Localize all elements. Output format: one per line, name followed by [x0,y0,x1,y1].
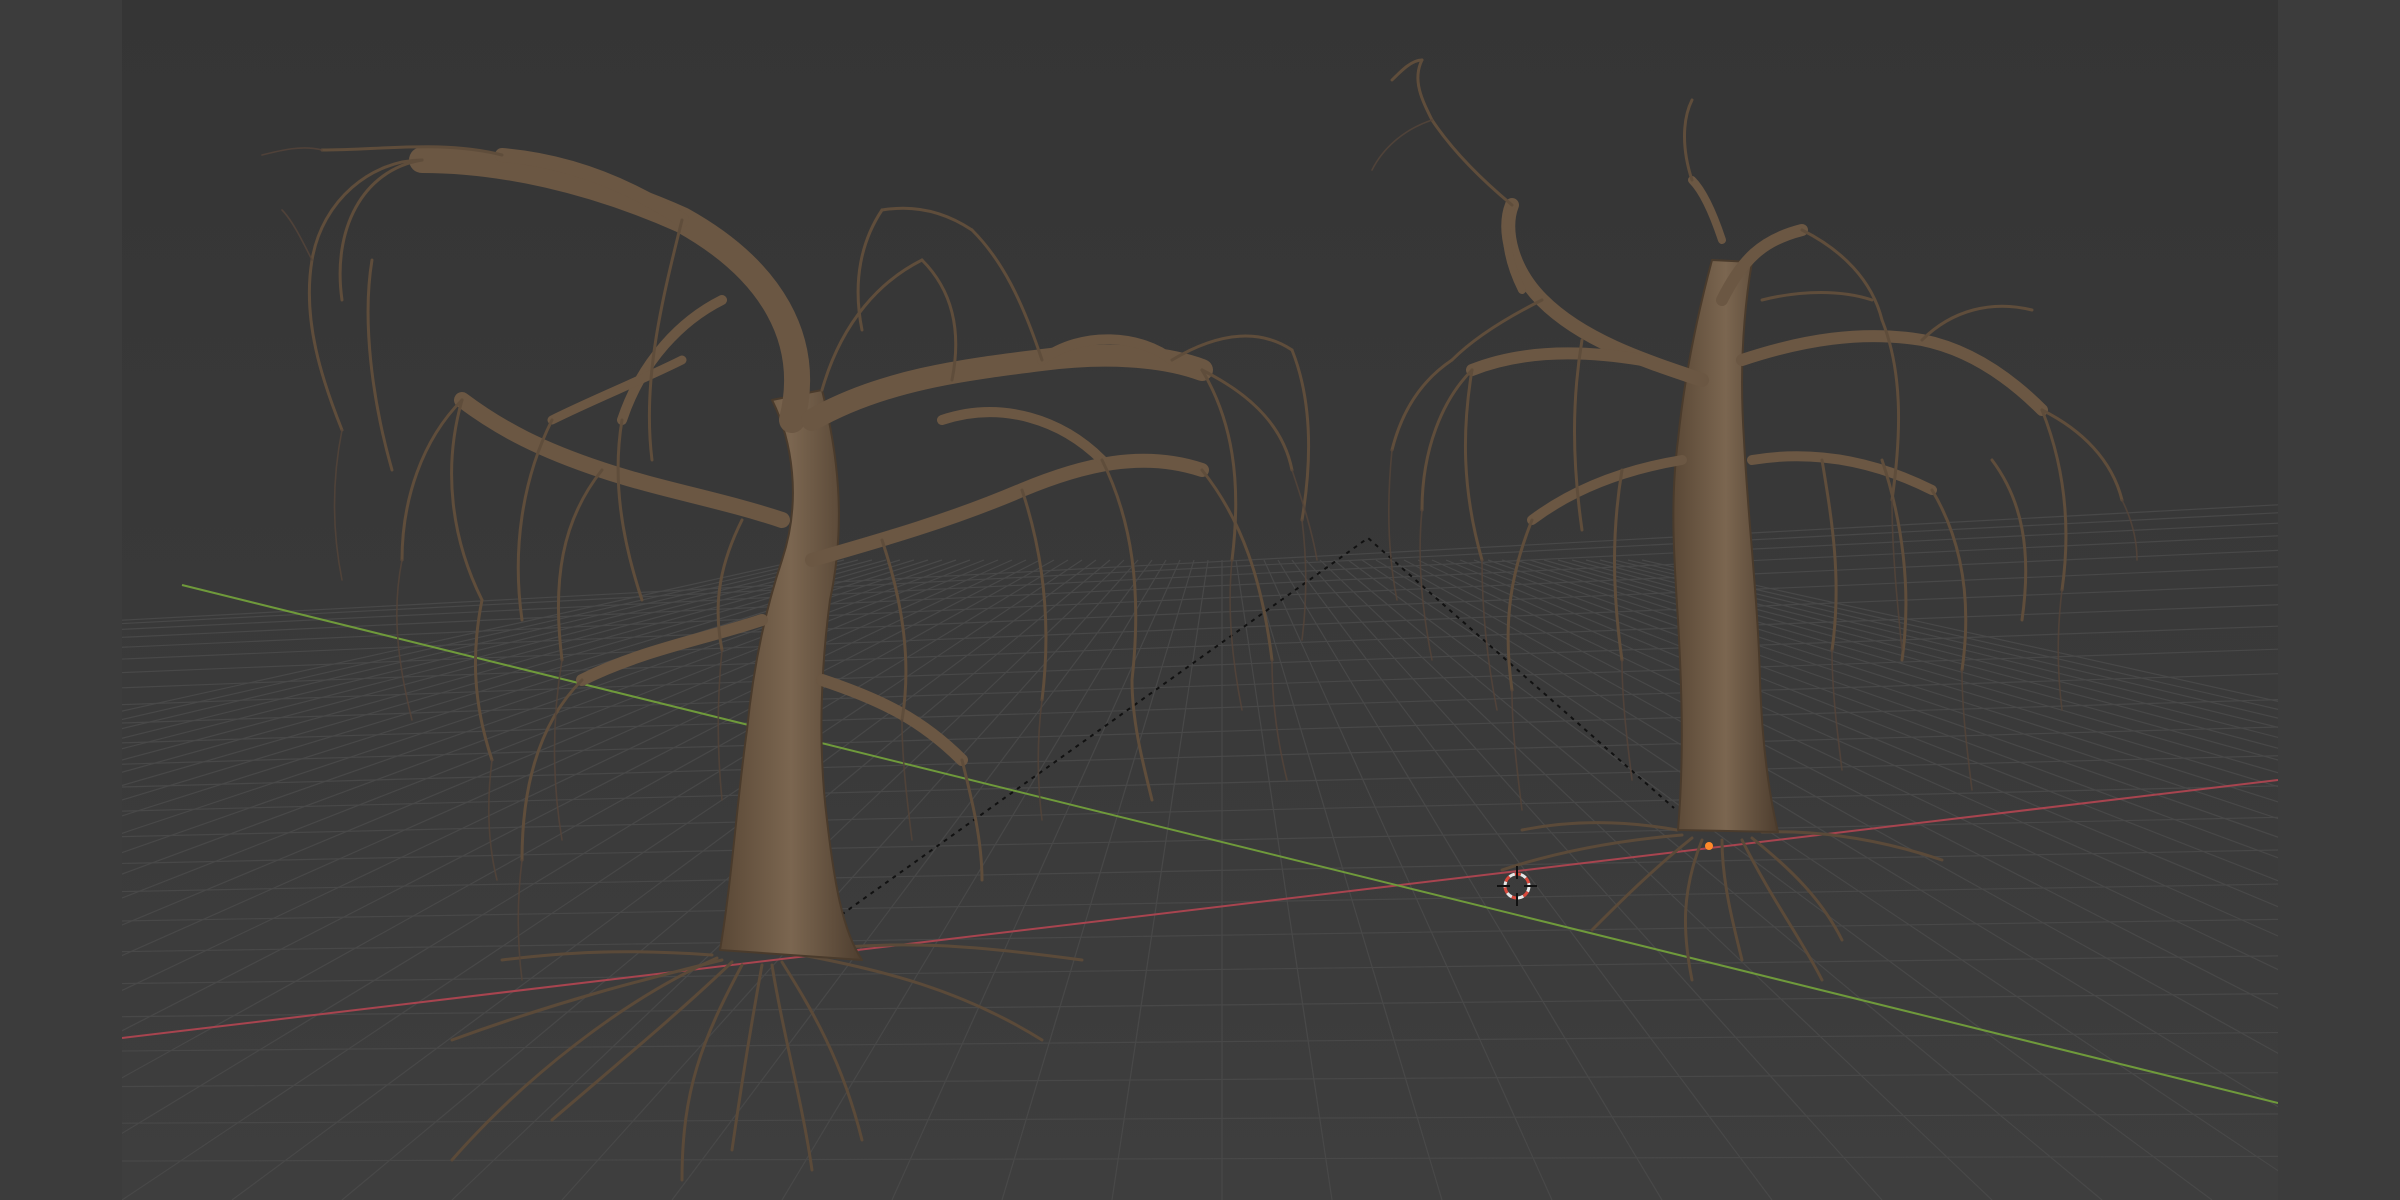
blender-window [0,0,2400,1200]
left-margin [0,0,122,1200]
right-margin [2278,0,2400,1200]
origin-dot [1705,842,1713,850]
viewport-background [122,0,2278,1200]
3d-viewport[interactable] [122,0,2278,1200]
viewport-canvas[interactable] [122,0,2278,1200]
